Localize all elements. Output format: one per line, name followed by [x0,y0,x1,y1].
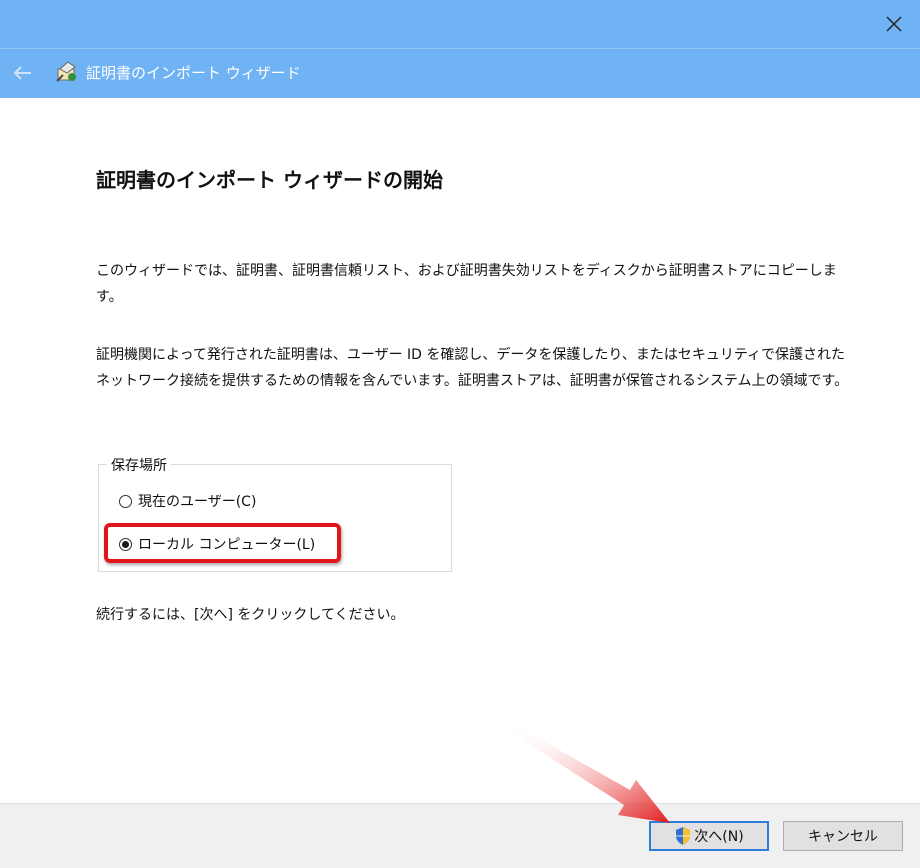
cancel-button[interactable]: キャンセル [783,821,903,851]
page-heading: 証明書のインポート ウィザードの開始 [96,168,443,192]
wizard-title: 証明書のインポート ウィザード [86,64,301,82]
description-paragraph: 証明機関によって発行された証明書は、ユーザー ID を確認し、データを保護したり… [96,347,849,389]
wizard-footer: 次へ(N) キャンセル [0,803,920,868]
radio-current-user[interactable]: 現在のユーザー(C) [119,489,256,513]
highlight-annotation [104,523,341,563]
intro-paragraph: このウィザードでは、証明書、証明書信頼リスト、および証明書失効リストをディスクか… [96,263,837,305]
cancel-button-label: キャンセル [808,829,878,845]
title-bar [0,0,920,48]
wizard-header: 証明書のインポート ウィザード [0,48,920,99]
certificate-import-wizard-window: 証明書のインポート ウィザード 証明書のインポート ウィザードの開始 このウィザ… [0,0,920,868]
wizard-content: 証明書のインポート ウィザードの開始 このウィザードでは、証明書、証明書信頼リス… [0,98,920,803]
continue-instruction: 続行するには、[次へ] をクリックしてください。 [96,607,405,623]
next-button-label: 次へ(N) [694,829,744,845]
uac-shield-icon [676,827,691,845]
certificate-wizard-icon [54,59,80,85]
radio-current-user-button[interactable] [119,494,132,508]
radio-current-user-label: 現在のユーザー(C) [138,494,257,510]
close-icon[interactable] [882,12,906,36]
next-button[interactable]: 次へ(N) [649,821,769,851]
back-arrow-icon[interactable] [10,61,36,85]
store-location-legend: 保存場所 [107,455,171,475]
